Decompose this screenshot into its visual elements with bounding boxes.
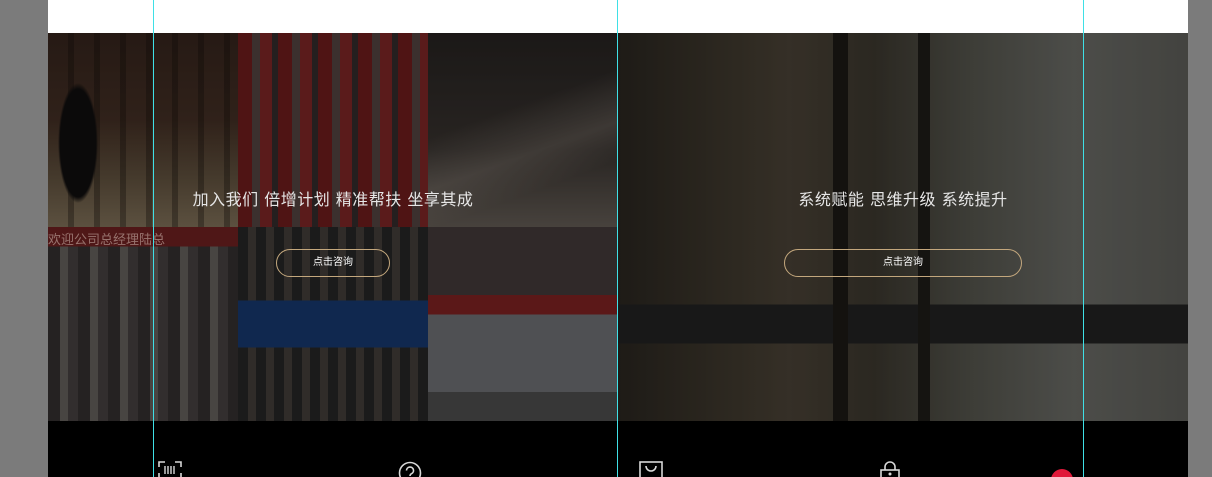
footer-toolbar [48,421,1188,477]
banner-join-us: 欢迎公司总经理陆总 加入我们 倍增计划 精准帮扶 坐享其成 点击咨询 [48,33,618,421]
help-icon[interactable] [398,461,422,477]
banner-headline: 系统赋能 思维升级 系统提升 [798,190,1008,209]
banner-overlay [618,33,1188,421]
consult-button[interactable]: 点击咨询 [276,249,390,277]
page: 欢迎公司总经理陆总 加入我们 倍增计划 精准帮扶 坐享其成 点击咨询 系统赋能 … [48,0,1188,477]
lock-icon[interactable] [878,461,902,477]
guide-line [153,0,154,477]
notification-badge[interactable] [1051,469,1073,477]
guide-line [1083,0,1084,477]
banner-headline: 加入我们 倍增计划 精准帮扶 坐享其成 [192,190,474,209]
bag-icon[interactable] [638,461,664,477]
guide-line [617,0,618,477]
banner-empowerment: 系统赋能 思维升级 系统提升 点击咨询 [618,33,1188,421]
top-bar [48,0,1188,33]
consult-button[interactable]: 点击咨询 [784,249,1022,277]
banner-overlay [48,33,618,421]
scan-icon[interactable] [158,461,182,477]
